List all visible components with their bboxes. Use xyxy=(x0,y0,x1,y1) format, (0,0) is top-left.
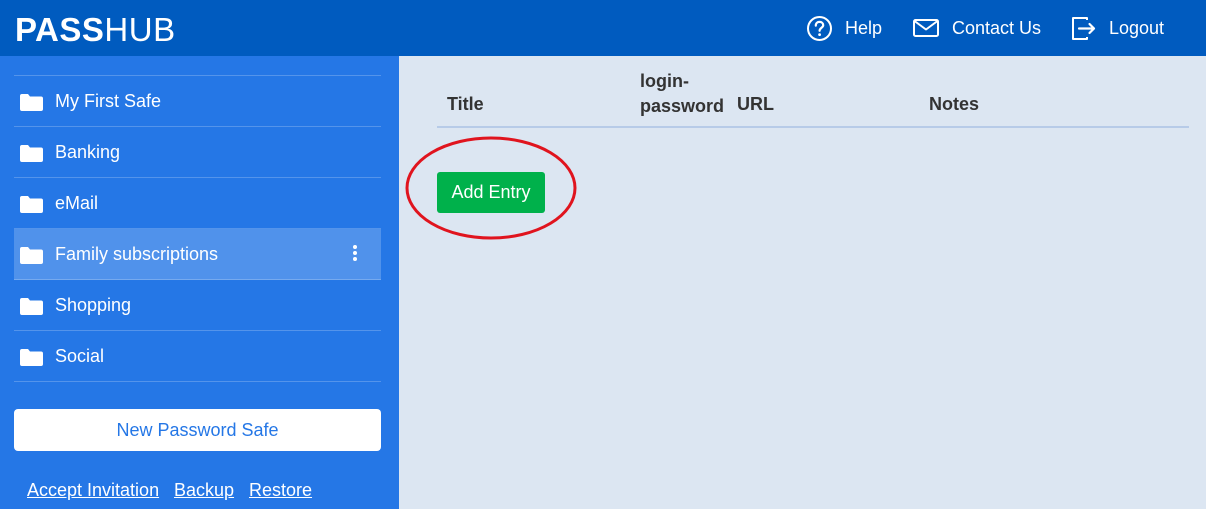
logo-light-text: HUB xyxy=(104,11,176,48)
new-password-safe-button[interactable]: New Password Safe xyxy=(14,409,381,451)
envelope-icon xyxy=(913,19,939,37)
safe-item-social[interactable]: Social xyxy=(14,331,381,382)
login-header-line1: login- xyxy=(640,71,689,91)
safe-item-my-first-safe[interactable]: My First Safe xyxy=(14,76,381,127)
safe-label: Family subscriptions xyxy=(55,244,219,264)
safe-item-shopping[interactable]: Shopping xyxy=(14,280,381,331)
column-header-url[interactable]: URL xyxy=(737,94,774,115)
column-header-notes[interactable]: Notes xyxy=(929,94,979,115)
more-options-icon[interactable] xyxy=(350,243,360,265)
safe-label: Shopping xyxy=(55,295,132,315)
folder-icon xyxy=(20,298,43,315)
folder-icon xyxy=(20,94,43,111)
contact-us-link[interactable]: Contact Us xyxy=(912,0,1041,56)
safe-item-family-subscriptions[interactable]: Family subscriptions xyxy=(14,229,381,280)
column-header-title[interactable]: Title xyxy=(447,94,484,115)
help-link[interactable]: Help xyxy=(806,0,882,56)
folder-icon xyxy=(20,196,43,213)
safe-item-banking[interactable]: Banking xyxy=(14,127,381,178)
safe-label: Social xyxy=(55,346,105,366)
top-header: PASSHUB Help Contact Us Logout xyxy=(0,0,1206,56)
login-header-line2: password xyxy=(640,96,725,116)
safe-label: eMail xyxy=(55,193,99,213)
table-header-divider xyxy=(437,126,1189,128)
safes-sidebar: My First Safe Banking eMail Family subsc… xyxy=(0,56,399,509)
help-label: Help xyxy=(845,17,883,38)
safe-item-email[interactable]: eMail xyxy=(14,178,381,229)
folder-icon xyxy=(20,247,43,264)
logo-bold-text: PASS xyxy=(15,11,105,48)
backup-link[interactable]: Backup xyxy=(174,480,234,501)
passhub-logo[interactable]: PASSHUB xyxy=(15,11,176,49)
logout-link[interactable]: Logout xyxy=(1070,0,1164,56)
logout-label: Logout xyxy=(1109,17,1165,38)
safe-list: My First Safe Banking eMail Family subsc… xyxy=(14,75,381,382)
safe-label: Banking xyxy=(55,142,121,162)
safe-label: My First Safe xyxy=(55,91,162,111)
restore-link[interactable]: Restore xyxy=(249,480,312,501)
accept-invitation-link[interactable]: Accept Invitation xyxy=(27,480,159,501)
highlight-circle-annotation xyxy=(405,136,577,240)
folder-icon xyxy=(20,349,43,366)
help-icon xyxy=(807,15,832,41)
logout-icon xyxy=(1072,16,1096,40)
column-header-login-password[interactable]: login- password xyxy=(640,69,724,119)
contact-us-label: Contact Us xyxy=(952,17,1042,38)
folder-icon xyxy=(20,145,43,162)
